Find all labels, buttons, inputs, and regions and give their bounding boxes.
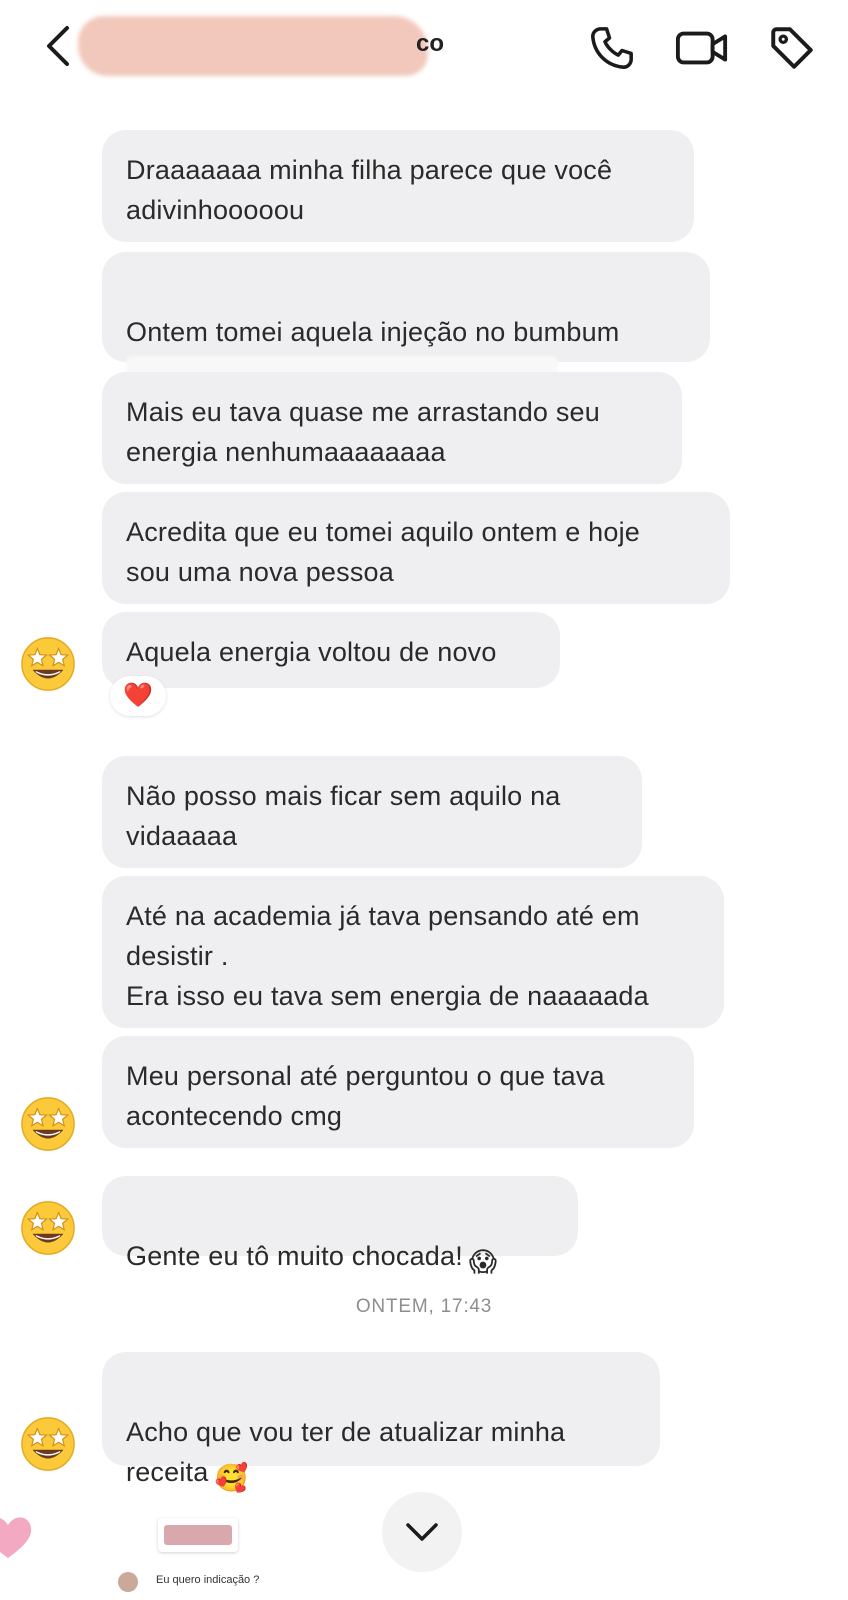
contact-name[interactable]: co: [78, 16, 450, 76]
phone-icon: [591, 27, 633, 69]
message-text: Ontem tomei aquela injeção no bumbum: [126, 317, 620, 347]
message-bubble[interactable]: Mais eu tava quase me arrastando seu ene…: [102, 372, 682, 484]
message-bubble[interactable]: Ontem tomei aquela injeção no bumbum: [102, 252, 710, 392]
call-button[interactable]: [584, 20, 640, 76]
message-bubble[interactable]: Acredita que eu tomei aquilo ontem e hoj…: [102, 492, 730, 604]
contact-name-suffix: co: [416, 30, 445, 57]
avatar: [118, 1572, 138, 1592]
story-thumbnail-image: [164, 1525, 232, 1545]
video-camera-icon: [675, 31, 728, 65]
avatar[interactable]: [18, 1094, 78, 1154]
message-bubble[interactable]: Não posso mais ficar sem aquilo na vidaa…: [102, 756, 642, 868]
chevron-down-icon: [406, 1523, 438, 1541]
heart-icon: [0, 1506, 38, 1566]
scroll-to-bottom-button[interactable]: [382, 1492, 462, 1572]
chat-header: co: [0, 0, 848, 96]
tag-icon: [771, 27, 813, 69]
message-bubble[interactable]: Acho que vou ter de atualizar minha rece…: [102, 1352, 660, 1493]
message-text: Acho que vou ter de atualizar minha rece…: [126, 1417, 566, 1487]
scream-emoji-icon: 😱: [468, 1247, 498, 1277]
reaction-badge[interactable]: ❤️: [110, 676, 166, 716]
star-struck-emoji-icon: [21, 637, 75, 691]
story-reply-bar: Eu quero indicação ?: [0, 1566, 848, 1600]
message-bubble[interactable]: Até na academia já tava pensando até em …: [102, 876, 724, 1028]
video-call-button[interactable]: [674, 20, 730, 76]
story-reply-caption: Eu quero indicação ?: [156, 1574, 260, 1586]
name-redaction: [78, 16, 428, 76]
tag-button[interactable]: [764, 20, 820, 76]
message-bubble[interactable]: Draaaaaaa minha filha parece que você ad…: [102, 130, 694, 242]
avatar[interactable]: [18, 634, 78, 694]
chevron-left-icon: [47, 26, 69, 66]
star-struck-emoji-icon: [21, 1417, 75, 1471]
message-thread[interactable]: Draaaaaaa minha filha parece que você ad…: [0, 96, 848, 1600]
message-bubble[interactable]: Aquela energia voltou de novo: [102, 612, 560, 688]
heart-reaction: ❤️: [123, 682, 153, 709]
avatar[interactable]: [18, 1414, 78, 1474]
header-actions: [584, 20, 820, 76]
star-struck-emoji-icon: [21, 1097, 75, 1151]
message-text: Gente eu tô muito chocada!: [126, 1241, 463, 1271]
message-bubble[interactable]: Meu personal até perguntou o que tava ac…: [102, 1036, 694, 1148]
avatar[interactable]: [18, 1198, 78, 1258]
timestamp-divider: ONTEM, 17:43: [355, 1296, 493, 1317]
star-struck-emoji-icon: [21, 1201, 75, 1255]
story-thumbnail[interactable]: [158, 1518, 238, 1552]
message-bubble[interactable]: Gente eu tô muito chocada! 😱: [102, 1176, 578, 1277]
smiling-hearts-emoji-icon: 🥰: [214, 1463, 249, 1493]
back-button[interactable]: [36, 22, 80, 70]
